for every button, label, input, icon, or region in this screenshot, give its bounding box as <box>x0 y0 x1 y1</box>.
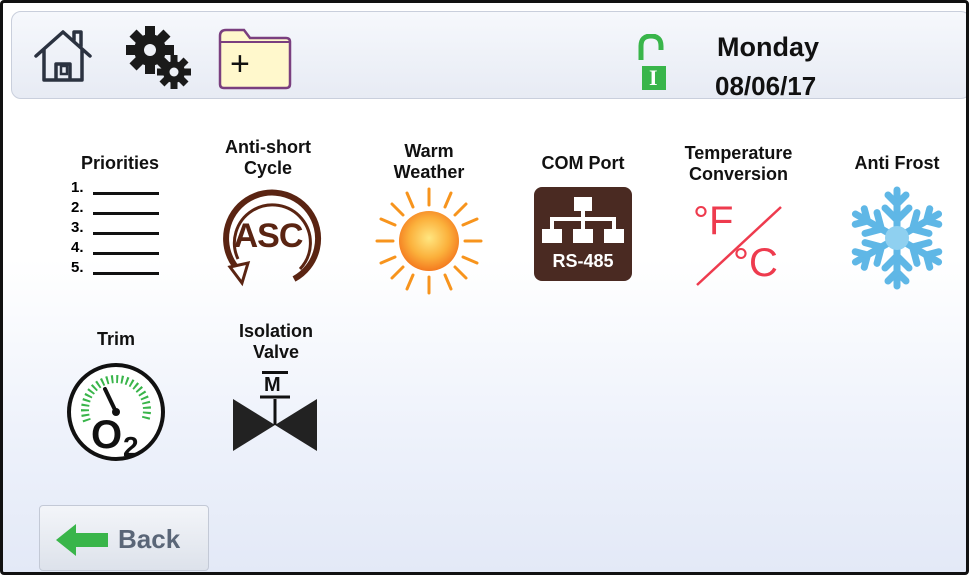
tile-label: Anti-short Cycle <box>225 137 311 178</box>
tile-label: Isolation Valve <box>238 321 313 362</box>
date-label: 08/06/17 <box>715 71 817 101</box>
home-icon[interactable] <box>30 26 96 91</box>
list-number: 3. <box>71 219 84 236</box>
valve-icon: M <box>231 371 321 455</box>
back-arrow-icon <box>56 524 108 556</box>
tile-label: COM Port <box>541 153 625 173</box>
celsius-text: °C <box>733 241 778 285</box>
lock-badge-text: I <box>649 65 658 90</box>
tile-temperature-conversion[interactable]: Temperature Conversion °F °C <box>671 143 806 293</box>
asc-text: ASC <box>233 217 304 255</box>
snowflake-icon <box>842 183 952 298</box>
tile-com-port[interactable]: COM Port RS-485 <box>523 153 643 293</box>
list-number: 4. <box>71 239 84 256</box>
tile-warm-weather[interactable]: Warm Weather <box>369 141 489 301</box>
day-label: Monday <box>717 32 820 62</box>
rs485-text: RS-485 <box>552 251 614 271</box>
tile-isolation-valve[interactable]: Isolation Valve M <box>221 321 331 461</box>
gear-icon[interactable] <box>122 22 196 99</box>
temperature-conversion-icon: °F °C <box>689 199 789 291</box>
tile-label: Temperature Conversion <box>684 143 793 184</box>
rs485-icon: RS-485 <box>534 187 632 281</box>
sun-icon <box>375 187 483 300</box>
fahrenheit-text: °F <box>693 199 734 243</box>
tile-anti-short-cycle[interactable]: Anti-short Cycle ASC <box>208 137 328 297</box>
back-label: Back <box>118 524 181 554</box>
screen: + I Monday 08/06/17 Priorities 1. 2. 3. … <box>0 0 969 575</box>
tile-label: Warm Weather <box>393 141 465 182</box>
list-number: 1. <box>71 179 84 196</box>
o2-text: O <box>91 413 123 457</box>
priorities-list-icon: 1. 2. 3. 4. 5. <box>69 179 169 279</box>
tile-label: Priorities <box>80 153 160 173</box>
folder-plus-sign: + <box>230 45 250 83</box>
new-folder-icon[interactable]: + <box>216 26 292 95</box>
tile-trim[interactable]: Trim O 2 <box>61 329 171 469</box>
tile-anti-frost[interactable]: Anti Frost <box>837 153 957 293</box>
unlock-icon[interactable]: I <box>636 33 668 99</box>
back-button[interactable]: Back <box>39 505 209 571</box>
list-number: 5. <box>71 259 84 276</box>
o2-gauge-icon: O 2 <box>65 359 167 463</box>
top-bar: + I Monday 08/06/17 <box>11 11 966 101</box>
asc-icon: ASC <box>214 185 322 295</box>
list-number: 2. <box>71 199 84 216</box>
tile-label: Trim <box>96 329 135 349</box>
tile-priorities[interactable]: Priorities 1. 2. 3. 4. 5. <box>65 153 175 293</box>
o2-subscript: 2 <box>123 431 139 462</box>
tile-label: Anti Frost <box>854 153 940 173</box>
